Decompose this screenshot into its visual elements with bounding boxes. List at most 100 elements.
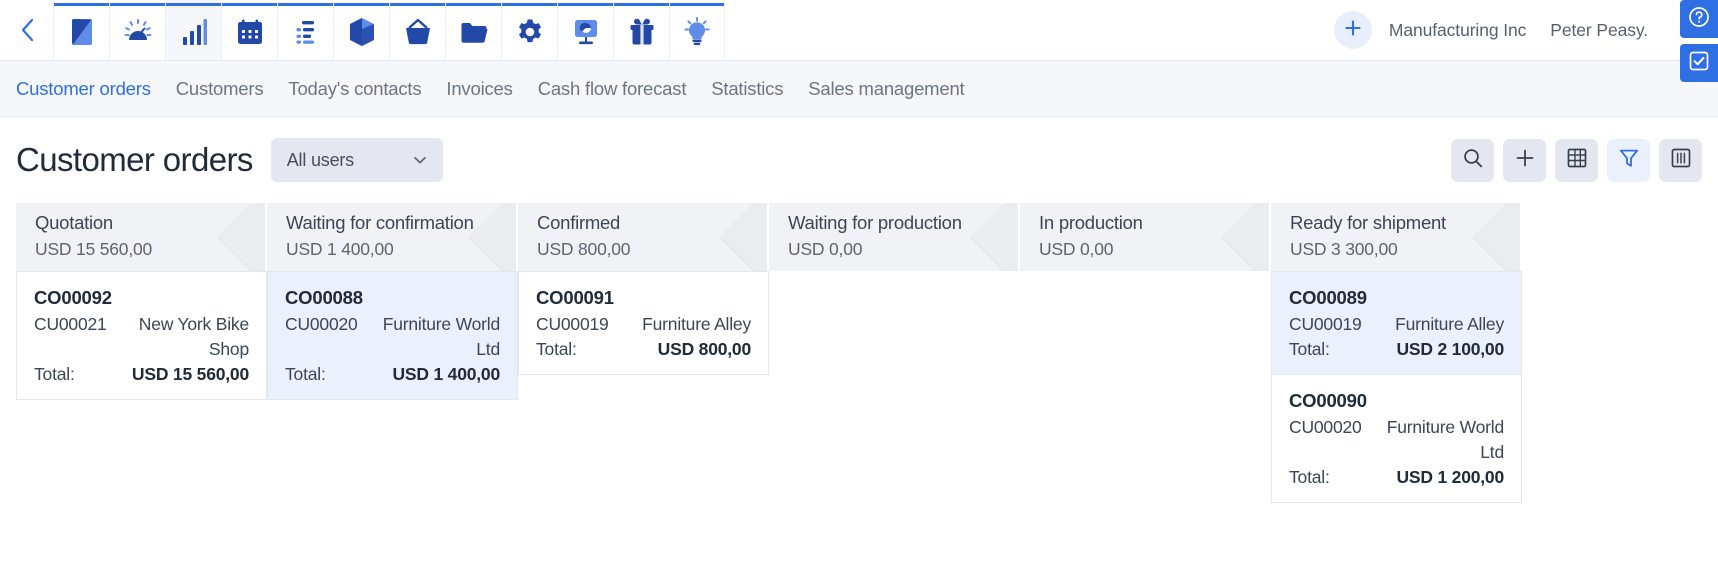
kanban-column-total: USD 0,00 <box>788 239 863 259</box>
order-card-total-label: Total: <box>1289 338 1330 359</box>
order-card-customer-id: CU00020 <box>1289 416 1362 437</box>
order-card-customer-id: CU00019 <box>1289 314 1362 334</box>
order-card-total-label: Total: <box>285 363 326 384</box>
order-card-total-value: USD 15 560,00 <box>131 363 249 384</box>
kanban-column-title: Waiting for confirmation <box>286 212 474 233</box>
order-card-customer-id: CU00020 <box>285 314 358 334</box>
section-nav-item[interactable]: Invoices <box>446 78 512 100</box>
order-card-total-row: Total: USD 2 100,00 <box>1289 339 1504 360</box>
chevron-left-icon <box>19 17 35 43</box>
kanban-column: Waiting for production USD 0,00 <box>769 203 1020 271</box>
order-card[interactable]: CO00092 CU00021 New York Bike Shop Total: US… <box>16 271 267 400</box>
order-card-id: CO00091 <box>536 287 614 308</box>
app-bar: Manufacturing Inc Peter Peasy. <box>0 0 1718 82</box>
tasks-module[interactable] <box>277 0 333 60</box>
kanban-column-header[interactable]: Confirmed USD 800,00 <box>518 203 769 271</box>
module-active-underline <box>110 3 165 6</box>
help-button[interactable] <box>1680 0 1718 38</box>
order-card-customer-name: Furniture World Ltd <box>382 314 500 359</box>
table-view-button[interactable] <box>1555 138 1598 182</box>
square-split-icon <box>69 17 95 47</box>
module-active-underline <box>334 3 389 6</box>
order-card-customer-name: Furniture Alley <box>1395 314 1504 334</box>
plus-icon <box>1514 147 1536 174</box>
kanban-column-header[interactable]: Waiting for production USD 0,00 <box>769 203 1020 271</box>
gifts-module[interactable] <box>613 0 669 60</box>
order-card[interactable]: CO00091 CU00019 Furniture Alley Total: USD 8… <box>518 271 769 375</box>
gauge-icon <box>123 17 153 47</box>
kanban-column-body: CO00092 CU00021 New York Bike Shop Total: US… <box>16 271 267 400</box>
order-card-customer: CU00020 Furniture World Ltd <box>1289 415 1504 465</box>
order-card-total-label: Total: <box>34 363 75 384</box>
products-module[interactable] <box>333 0 389 60</box>
kanban-column-header[interactable]: Waiting for confirmation USD 1 400,00 <box>267 203 518 271</box>
edge-button-stack <box>1680 0 1718 88</box>
section-nav-item[interactable]: Customers <box>176 78 264 100</box>
order-card-customer-name: Furniture World Ltd <box>1386 416 1504 462</box>
module-active-underline <box>502 3 557 6</box>
order-card[interactable]: CO00089 CU00019 Furniture Alley Total: USD 2… <box>1271 271 1522 375</box>
module-active-underline <box>446 3 501 6</box>
order-card-total-label: Total: <box>536 338 577 359</box>
user-filter-value: All users <box>286 149 354 170</box>
marketing-module[interactable] <box>557 0 613 60</box>
kanban-column-total: USD 3 300,00 <box>1290 239 1398 259</box>
settings-module[interactable] <box>501 0 557 60</box>
filter-button[interactable] <box>1607 138 1650 182</box>
order-card-total-row: Total: USD 1 200,00 <box>1289 467 1504 488</box>
global-add-button[interactable] <box>1333 11 1372 49</box>
page-title: Customer orders <box>16 141 253 178</box>
section-nav: Customer orders Customers Today's contacts… <box>0 61 1718 117</box>
app-bar-left <box>0 0 725 60</box>
tasks-check-button[interactable] <box>1680 44 1718 82</box>
calendar-module[interactable] <box>221 0 277 60</box>
order-card-id: CO00088 <box>285 287 363 308</box>
analytics-module[interactable] <box>165 0 221 60</box>
user-filter-dropdown[interactable]: All users <box>270 138 443 182</box>
dashboard-module[interactable] <box>53 0 109 60</box>
folder-icon <box>460 20 488 44</box>
order-card[interactable]: CO00090 CU00020 Furniture World Ltd Total: U… <box>1271 374 1522 503</box>
columns-button[interactable] <box>1659 138 1702 182</box>
section-nav-item[interactable]: Today's contacts <box>288 78 421 100</box>
kanban-column-title: Ready for shipment <box>1290 212 1446 233</box>
documents-module[interactable] <box>445 0 501 60</box>
kanban-column-body: CO00091 CU00019 Furniture Alley Total: USD 8… <box>518 271 769 375</box>
back-button[interactable] <box>0 0 53 60</box>
search-button[interactable] <box>1451 138 1494 182</box>
module-active-underline <box>166 3 221 6</box>
order-card-id: CO00090 <box>1289 389 1367 411</box>
kanban-column: In production USD 0,00 <box>1020 203 1271 271</box>
kanban-column-header[interactable]: Ready for shipment USD 3 300,00 <box>1271 203 1522 271</box>
view-toolbar <box>1451 138 1702 182</box>
funnel-icon <box>1618 147 1640 174</box>
add-order-button[interactable] <box>1503 138 1546 182</box>
section-nav-item[interactable]: Cash flow forecast <box>538 78 687 100</box>
app-bar-right: Manufacturing Inc Peter Peasy. <box>1333 0 1718 60</box>
kanban-column-title: In production <box>1039 212 1143 233</box>
kanban-column-header[interactable]: Quotation USD 15 560,00 <box>16 203 267 271</box>
gear-icon <box>516 18 544 46</box>
section-nav-item[interactable]: Statistics <box>711 78 783 100</box>
kanban-column-header[interactable]: In production USD 0,00 <box>1020 203 1271 271</box>
order-card-total-label: Total: <box>1289 466 1330 487</box>
user-name[interactable]: Peter Peasy. <box>1550 20 1648 41</box>
module-active-underline <box>278 3 333 6</box>
order-card-total-value: USD 2 100,00 <box>1396 338 1504 359</box>
kanban-column-title: Waiting for production <box>788 212 962 233</box>
purchases-module[interactable] <box>389 0 445 60</box>
order-card-total-value: USD 800,00 <box>657 338 752 359</box>
columns-icon <box>1670 147 1692 174</box>
performance-module[interactable] <box>109 0 165 60</box>
section-nav-item[interactable]: Customer orders <box>16 78 151 100</box>
kanban-column-total: USD 0,00 <box>1039 239 1114 259</box>
section-nav-item[interactable]: Sales management <box>808 78 964 100</box>
order-card-customer: CU00019 Furniture Alley <box>536 312 751 337</box>
presentation-icon <box>572 18 600 46</box>
module-active-underline <box>390 3 445 6</box>
order-card[interactable]: CO00088 CU00020 Furniture World Ltd Total: U… <box>267 271 518 400</box>
order-card-total-row: Total: USD 1 400,00 <box>285 364 500 385</box>
organization-name[interactable]: Manufacturing Inc <box>1389 20 1527 41</box>
kanban-column-title: Confirmed <box>537 212 621 233</box>
ideas-module[interactable] <box>669 0 725 60</box>
